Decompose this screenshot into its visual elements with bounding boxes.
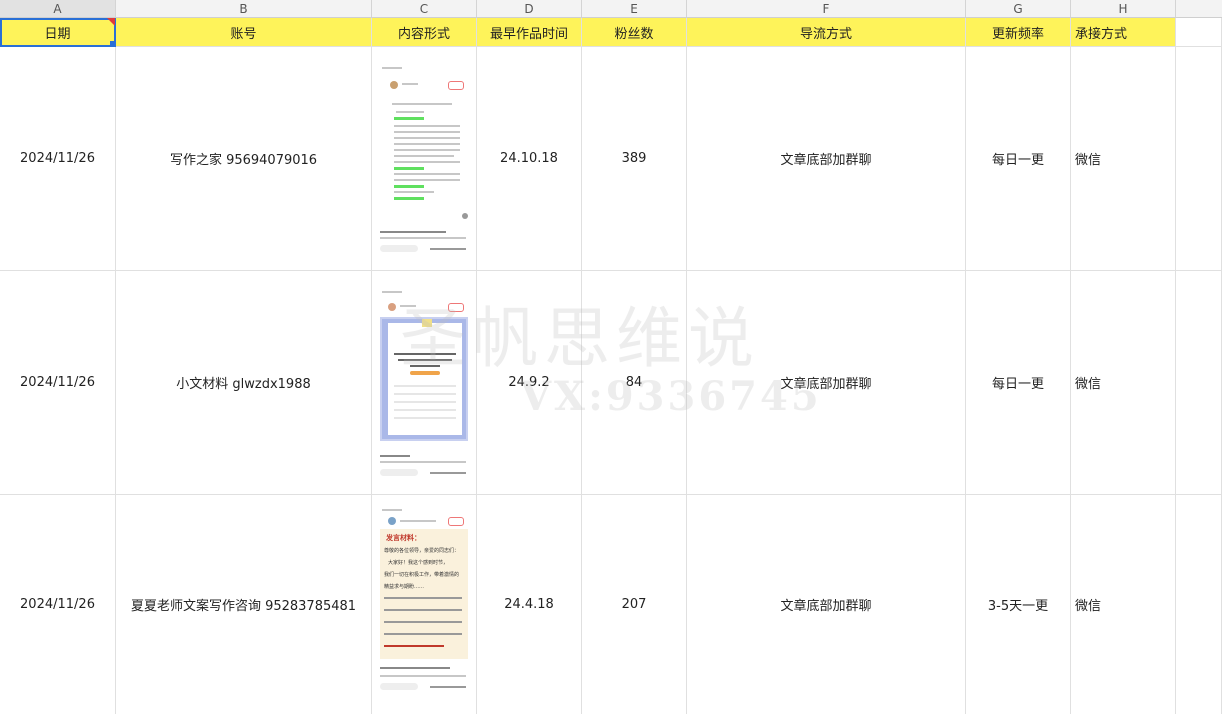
row2-fans[interactable]: 84 (582, 271, 687, 495)
row2-diversion[interactable]: 文章底部加群聊 (687, 271, 966, 495)
row3-contact[interactable]: 微信 (1071, 495, 1176, 714)
header-empty[interactable] (1176, 18, 1222, 47)
row2-content-form[interactable] (372, 271, 477, 495)
row2-frequency[interactable]: 每日一更 (966, 271, 1071, 495)
header-frequency[interactable]: 更新频率 (966, 18, 1071, 47)
row2-earliest[interactable]: 24.9.2 (477, 271, 582, 495)
row3-diversion[interactable]: 文章底部加群聊 (687, 495, 966, 714)
row1-diversion[interactable]: 文章底部加群聊 (687, 47, 966, 271)
header-earliest[interactable]: 最早作品时间 (477, 18, 582, 47)
header-date-label: 日期 (44, 26, 71, 42)
header-contact[interactable]: 承接方式 (1071, 18, 1176, 47)
col-header-b[interactable]: B (116, 0, 372, 18)
row3-earliest[interactable]: 24.4.18 (477, 495, 582, 714)
header-date[interactable]: 日期 (0, 18, 116, 47)
row1-earliest[interactable]: 24.10.18 (477, 47, 582, 271)
row1-empty[interactable] (1176, 47, 1222, 271)
row2-empty[interactable] (1176, 271, 1222, 495)
col-header-empty (1176, 0, 1222, 18)
col-header-h[interactable]: H (1071, 0, 1176, 18)
row3-empty[interactable] (1176, 495, 1222, 714)
row2-contact[interactable]: 微信 (1071, 271, 1176, 495)
header-account[interactable]: 账号 (116, 18, 372, 47)
row1-post-screenshot[interactable] (376, 59, 472, 259)
col-header-g[interactable]: G (966, 0, 1071, 18)
row1-contact[interactable]: 微信 (1071, 47, 1176, 271)
col-header-d[interactable]: D (477, 0, 582, 18)
row3-content-form[interactable]: 发言材料： 尊敬的各位领导，亲爱的同志们： 大家好！我这个感到时节， 我们一切在… (372, 495, 477, 714)
row3-date[interactable]: 2024/11/26 (0, 495, 116, 714)
row2-date[interactable]: 2024/11/26 (0, 271, 116, 495)
row3-fans[interactable]: 207 (582, 495, 687, 714)
row3-frequency[interactable]: 3-5天一更 (966, 495, 1071, 714)
row1-fans[interactable]: 389 (582, 47, 687, 271)
row3-thumb-line2: 大家好！我这个感到时节， (388, 560, 449, 566)
row1-frequency[interactable]: 每日一更 (966, 47, 1071, 271)
row1-content-form[interactable] (372, 47, 477, 271)
col-header-c[interactable]: C (372, 0, 477, 18)
row3-account[interactable]: 夏夏老师文案写作咨询 95283785481 (116, 495, 372, 714)
row3-thumb-title: 发言材料： (386, 534, 421, 542)
row1-account[interactable]: 写作之家 95694079016 (116, 47, 372, 271)
row1-date[interactable]: 2024/11/26 (0, 47, 116, 271)
row3-thumb-line3: 我们一切在积极工作，带着激情的 (384, 572, 460, 578)
comment-flag-icon (107, 18, 115, 26)
col-header-f[interactable]: F (687, 0, 966, 18)
row3-post-screenshot[interactable]: 发言材料： 尊敬的各位领导，亲爱的同志们： 大家好！我这个感到时节， 我们一切在… (376, 507, 472, 707)
col-header-e[interactable]: E (582, 0, 687, 18)
row3-thumb-line4: 精益求与期盼…… (384, 584, 425, 590)
col-header-a[interactable]: A (0, 0, 116, 18)
header-fans[interactable]: 粉丝数 (582, 18, 687, 47)
header-content-form[interactable]: 内容形式 (372, 18, 477, 47)
spreadsheet: A B C D E F G H 日期 账号 内容形式 最早作品时间 粉丝数 导流… (0, 0, 1222, 714)
row2-account[interactable]: 小文材料 glwzdx1988 (116, 271, 372, 495)
header-diversion[interactable]: 导流方式 (687, 18, 966, 47)
row3-thumb-line1: 尊敬的各位领导，亲爱的同志们： (384, 548, 460, 554)
row2-post-screenshot[interactable] (376, 283, 472, 483)
